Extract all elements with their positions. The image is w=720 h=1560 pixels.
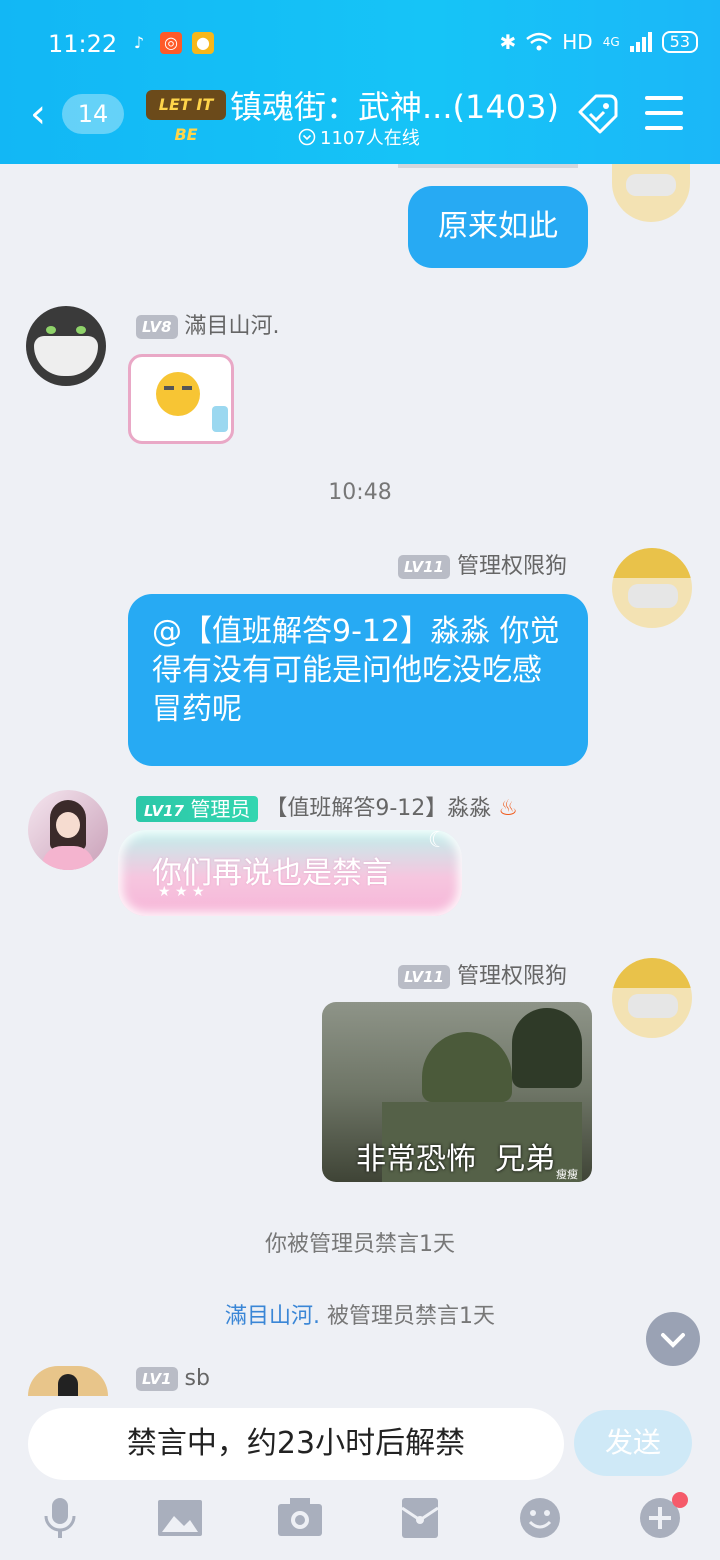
moon-icon: ☾ — [428, 828, 448, 853]
message-input[interactable]: 禁言中，约23小时后解禁 — [28, 1408, 564, 1480]
partial-username-row — [398, 164, 578, 168]
sticker-image[interactable] — [124, 350, 236, 444]
message-bubble[interactable]: @【值班解答9-12】淼淼 你觉得有没有可能是问他吃没吃感冒药呢 — [128, 594, 588, 766]
avatar[interactable] — [26, 306, 106, 386]
avatar[interactable] — [612, 958, 692, 1038]
status-right: ✱ HD 4G 53 — [499, 30, 698, 54]
fire-icon: ♨ — [498, 796, 519, 821]
input-area: 禁言中，约23小时后解禁 发送 — [0, 1396, 720, 1560]
red-packet-icon[interactable] — [398, 1496, 442, 1540]
message-bubble[interactable]: 原来如此 — [408, 186, 588, 268]
sender-name[interactable]: 【值班解答9-12】淼淼 — [265, 796, 491, 821]
level-badge: LV1 — [136, 1367, 178, 1391]
chevron-circle-icon — [298, 128, 316, 146]
sender-name[interactable]: 滿目山河. — [185, 314, 280, 339]
camera-icon[interactable] — [278, 1496, 322, 1540]
time-divider: 10:48 — [328, 480, 392, 505]
chat-header: 11:22 ♪ ◎ ● ✱ HD 4G 53 ‹ 14 LET IT BE 镇魂… — [0, 0, 720, 164]
sender-row: LV8 滿目山河. — [136, 308, 280, 340]
tiktok-icon: ♪ — [133, 33, 145, 52]
unread-count-badge[interactable]: 14 — [62, 94, 124, 134]
avatar[interactable] — [28, 790, 108, 870]
stars-decoration: ★ ★ ★ — [158, 884, 205, 900]
image-icon[interactable] — [158, 1496, 202, 1540]
menu-icon[interactable] — [645, 96, 683, 130]
sender-row: LV11 管理权限狗 — [398, 958, 567, 990]
status-app-icons: ♪ ◎ ● — [128, 32, 214, 54]
sender-row: LV1 sb — [136, 1366, 210, 1391]
sender-name[interactable]: 管理权限狗 — [457, 554, 567, 579]
status-bar: 11:22 ♪ ◎ ● ✱ HD 4G 53 — [0, 28, 720, 64]
user-link[interactable]: 滿目山河. — [225, 1304, 320, 1329]
kuaishou-icon: ◎ — [160, 32, 182, 54]
notification-dot — [672, 1492, 688, 1508]
back-arrow-icon[interactable]: ‹ — [30, 94, 46, 134]
sender-row: LV11 管理权限狗 — [398, 548, 567, 580]
avatar[interactable] — [612, 548, 692, 628]
wifi-icon — [526, 32, 553, 51]
chevron-down-icon — [661, 1333, 685, 1348]
microphone-icon[interactable] — [38, 1496, 82, 1540]
avatar[interactable] — [612, 164, 690, 222]
chat-title[interactable]: 镇魂街：武神...(1403) — [230, 82, 559, 128]
emoji-icon[interactable] — [518, 1496, 562, 1540]
battery-indicator: 53 — [661, 31, 698, 53]
system-message: 滿目山河. 被管理员禁言1天 — [225, 1304, 495, 1329]
scroll-to-bottom-button[interactable] — [646, 1312, 700, 1366]
fancy-message-bubble[interactable]: 你们再说也是禁言 ☾ ★ ★ ★ — [118, 828, 462, 916]
group-title-logo: LET IT BE — [146, 90, 226, 144]
game-app-icon: ● — [192, 32, 214, 54]
level-badge: LV8 — [136, 315, 178, 339]
sender-name[interactable]: 管理权限狗 — [457, 964, 567, 989]
image-watermark: 瘦瘦 — [556, 1168, 578, 1181]
level-badge: LV11 — [398, 965, 450, 989]
bluetooth-icon: ✱ — [499, 30, 517, 54]
sender-row: LV17 管理员 【值班解答9-12】淼淼 ♨ — [136, 790, 518, 822]
avatar[interactable] — [28, 1366, 108, 1396]
system-message: 你被管理员禁言1天 — [265, 1232, 455, 1257]
online-status[interactable]: 1107人在线 — [298, 124, 420, 150]
network-type: HD — [562, 30, 593, 54]
level-badge: LV11 — [398, 555, 450, 579]
send-button[interactable]: 发送 — [574, 1410, 692, 1476]
meme-caption: 非常恐怖 兄弟 — [356, 1142, 556, 1177]
signal-type: 4G — [602, 35, 620, 49]
group-tag-icon[interactable] — [576, 92, 620, 136]
signal-icon — [629, 32, 652, 52]
sender-name[interactable]: sb — [185, 1366, 210, 1391]
status-time: 11:22 — [48, 30, 118, 58]
online-count: 1107人在线 — [320, 128, 420, 149]
admin-tag: LV17 管理员 — [136, 796, 259, 822]
meme-image[interactable]: 非常恐怖 兄弟 瘦瘦 — [322, 1002, 592, 1182]
